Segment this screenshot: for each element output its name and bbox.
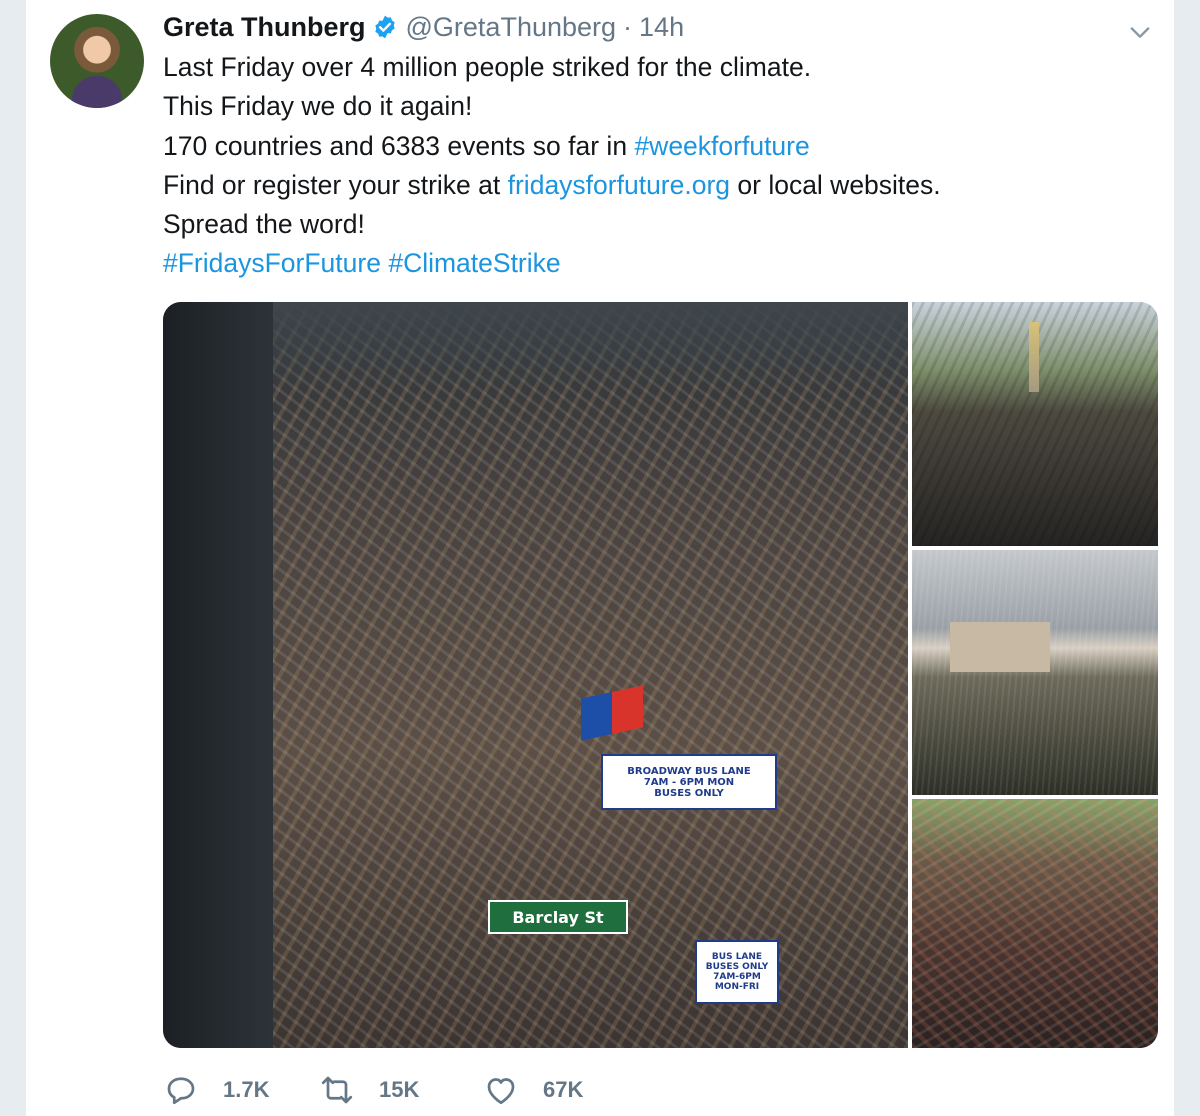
photo-victory-column bbox=[1029, 322, 1039, 392]
tweet-line: This Friday we do it again! bbox=[163, 91, 473, 122]
photo-main-crowd[interactable]: BROADWAY BUS LANE 7AM - 6PM MON BUSES ON… bbox=[163, 302, 908, 1048]
author-name[interactable]: Greta Thunberg bbox=[163, 12, 366, 43]
tweet-text-segment: Find or register your strike at bbox=[163, 169, 508, 200]
header-separator: · bbox=[623, 11, 633, 42]
sign-text: BUSES ONLY bbox=[654, 787, 724, 799]
tweet-body: Last Friday over 4 million people strike… bbox=[163, 48, 1153, 284]
photo-berlin-crowd[interactable] bbox=[912, 302, 1158, 546]
tweet-line: 170 countries and 6383 events so far in … bbox=[163, 127, 1153, 166]
sign-text: BROADWAY BUS LANE bbox=[627, 765, 751, 777]
retweet-button[interactable]: 15K bbox=[319, 1072, 419, 1108]
retweet-icon bbox=[321, 1076, 353, 1104]
author-avatar[interactable] bbox=[50, 14, 144, 108]
retweet-count: 15K bbox=[379, 1077, 420, 1102]
reply-count: 1.7K bbox=[223, 1077, 270, 1102]
photo-building bbox=[273, 302, 908, 392]
tweet-text-segment: or local websites. bbox=[730, 169, 941, 200]
sign-text: BUSES ONLY bbox=[705, 962, 769, 972]
reply-button[interactable]: 1.7K bbox=[163, 1072, 269, 1108]
tweet-line: Find or register your strike at fridaysf… bbox=[163, 166, 1153, 205]
hashtag-climatestrike[interactable]: #ClimateStrike bbox=[388, 248, 560, 278]
tweet-text-segment: 170 countries and 6383 events so far in bbox=[163, 130, 635, 161]
author-handle[interactable]: @GretaThunberg bbox=[406, 12, 617, 43]
sign-text: 7AM-6PM bbox=[713, 972, 761, 982]
street-sign-barclay: Barclay St bbox=[488, 900, 628, 934]
reply-icon bbox=[167, 1077, 195, 1105]
photo-hamburg-crowd[interactable] bbox=[912, 550, 1158, 795]
street-sign-bus-lane: BUS LANE BUSES ONLY 7AM-6PM MON-FRI bbox=[695, 940, 779, 1004]
sign-text: 7AM - 6PM MON bbox=[643, 776, 735, 788]
tweet-line: Last Friday over 4 million people strike… bbox=[163, 52, 812, 82]
heart-icon bbox=[487, 1078, 515, 1105]
hashtag-fridaysforfuture[interactable]: #FridaysForFuture bbox=[163, 248, 381, 278]
tweet-line: Spread the word! bbox=[163, 209, 365, 240]
tweet-header: Greta Thunberg @GretaThunberg · 14h bbox=[163, 10, 684, 44]
avatar-figure bbox=[72, 76, 122, 108]
photo-street-crowd[interactable] bbox=[912, 799, 1158, 1048]
tweet-line: #FridaysForFuture #ClimateStrike bbox=[163, 244, 1153, 283]
like-count: 67K bbox=[543, 1077, 584, 1102]
chevron-down-icon[interactable] bbox=[1126, 18, 1154, 46]
photo-flag bbox=[581, 685, 643, 741]
verified-badge-icon bbox=[372, 14, 398, 40]
tweet-timestamp[interactable]: 14h bbox=[639, 12, 684, 43]
media-grid: BROADWAY BUS LANE 7AM - 6PM MON BUSES ON… bbox=[163, 302, 1158, 1048]
photo-building bbox=[163, 302, 273, 1048]
hashtag-weekforfuture[interactable]: #weekforfuture bbox=[634, 131, 809, 161]
fridaysforfuture-link[interactable]: fridaysforfuture.org bbox=[508, 170, 730, 200]
like-button[interactable]: 67K bbox=[483, 1072, 583, 1108]
sign-text: MON-FRI bbox=[714, 982, 760, 992]
street-sign-broadway: BROADWAY BUS LANE 7AM - 6PM MON BUSES ON… bbox=[601, 754, 777, 810]
sign-text: BUS LANE bbox=[711, 952, 763, 962]
tweet-card[interactable]: Greta Thunberg @GretaThunberg · 14h Last… bbox=[26, 0, 1174, 1116]
photo-building bbox=[950, 622, 1050, 672]
